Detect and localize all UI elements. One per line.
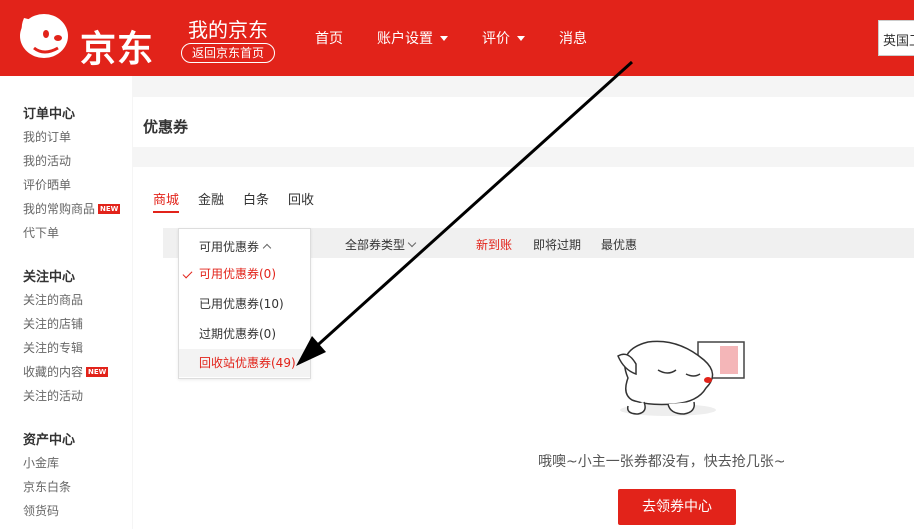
chevron-down-icon <box>517 35 525 41</box>
sidebar-item-my-orders[interactable]: 我的订单 <box>23 128 71 145</box>
new-badge: NEW <box>86 366 109 377</box>
sidebar-item-reviews[interactable]: 评价晒单 <box>23 176 71 193</box>
sidebar-group-title: 资产中心 <box>23 433 76 448</box>
sidebar-item-label: 领货码 <box>23 504 60 518</box>
check-icon <box>182 268 193 279</box>
sidebar-item-saved-content[interactable]: 收藏的内容 NEW <box>23 363 109 380</box>
empty-dog-illustration <box>617 340 745 416</box>
coupon-tabs: 商城 金融 白条 回收 <box>153 189 333 213</box>
dropdown-item-used[interactable]: 已用优惠券(10) <box>179 290 310 318</box>
page-title: 优惠券 <box>143 118 189 136</box>
sidebar-item-label: 关注的专辑 <box>23 341 84 355</box>
jd-logo[interactable]: 京东 <box>14 8 164 70</box>
tab-recycle[interactable]: 回收 <box>288 189 314 213</box>
nav-account-settings-label: 账户设置 <box>377 31 433 47</box>
nav-messages[interactable]: 消息 <box>559 28 587 48</box>
new-badge: NEW <box>98 203 121 214</box>
nav-reviews-label: 评价 <box>482 31 510 47</box>
dropdown-header-label: 可用优惠券 <box>199 240 260 254</box>
jd-dog-logo-icon <box>20 14 68 58</box>
sidebar-item-proxy-order[interactable]: 代下单 <box>23 224 59 241</box>
search-input[interactable]: 英国卫 <box>878 20 914 56</box>
sidebar-item-label: 小金库 <box>23 456 60 470</box>
dropdown-item-label: 已用优惠券(10) <box>199 297 284 311</box>
sidebar-item-followed-products[interactable]: 关注的商品 <box>23 291 83 308</box>
go-to-coupon-center-button[interactable]: 去领券中心 <box>618 489 736 525</box>
nav-home[interactable]: 首页 <box>315 28 343 48</box>
sort-newest[interactable]: 新到账 <box>476 236 512 253</box>
sidebar-item-label: 代下单 <box>23 226 60 240</box>
top-nav: 首页 账户设置 评价 消息 <box>315 28 621 48</box>
sidebar-group-title: 关注中心 <box>23 270 76 285</box>
dropdown-item-label: 可用优惠券(0) <box>199 267 276 281</box>
sidebar-item-jd-baitiao[interactable]: 京东白条 <box>23 478 71 495</box>
nav-account-settings[interactable]: 账户设置 <box>377 28 448 48</box>
sidebar-item-followed-albums[interactable]: 关注的专辑 <box>23 339 83 356</box>
sidebar-item-followed-activities[interactable]: 关注的活动 <box>23 387 83 404</box>
nav-home-label: 首页 <box>315 31 343 47</box>
back-home-button[interactable]: 返回京东首页 <box>181 43 275 63</box>
sidebar-item-label: 关注的活动 <box>23 389 84 403</box>
sort-best-value[interactable]: 最优惠 <box>601 236 637 253</box>
tab-mall[interactable]: 商城 <box>153 189 180 213</box>
sidebar-item-my-activities[interactable]: 我的活动 <box>23 152 71 169</box>
chevron-down-icon <box>407 238 417 247</box>
sidebar-item-label: 关注的店铺 <box>23 317 84 331</box>
sidebar-group-title: 订单中心 <box>23 107 76 122</box>
sort-expiring[interactable]: 即将过期 <box>533 236 581 253</box>
tab-finance[interactable]: 金融 <box>198 189 224 213</box>
nav-reviews[interactable]: 评价 <box>482 28 525 48</box>
coupon-type-filter[interactable]: 全部券类型 <box>345 236 417 253</box>
dropdown-item-recycle-bin[interactable]: 回收站优惠券(49) <box>179 349 310 377</box>
title-bar: 优惠券 <box>133 97 914 147</box>
sidebar-item-label: 京东白条 <box>23 480 72 494</box>
nav-messages-label: 消息 <box>559 31 587 47</box>
tab-baitiao[interactable]: 白条 <box>243 189 269 213</box>
sidebar-item-followed-stores[interactable]: 关注的店铺 <box>23 315 83 332</box>
sidebar-item-label: 评价晒单 <box>23 178 72 192</box>
page-heading[interactable]: 我的京东 <box>188 14 268 43</box>
sidebar-item-label: 关注的商品 <box>23 293 84 307</box>
sidebar-item-label: 收藏的内容 <box>23 365 84 379</box>
dropdown-item-expired[interactable]: 过期优惠券(0) <box>179 320 310 348</box>
dropdown-header[interactable]: 可用优惠券 <box>199 238 272 255</box>
chevron-up-icon <box>262 243 272 253</box>
sidebar-item-frequent-products[interactable]: 我的常购商品 NEW <box>23 200 121 217</box>
logo-text: 京东 <box>80 29 155 70</box>
empty-state-message: 哦噢~小主一张券都没有，快去抢几张~ <box>538 454 786 470</box>
coupon-type-label: 全部券类型 <box>345 238 406 252</box>
dropdown-item-label: 过期优惠券(0) <box>199 327 276 341</box>
sidebar-item-vault[interactable]: 小金库 <box>23 454 59 471</box>
dropdown-item-label: 回收站优惠券(49) <box>199 356 296 370</box>
sidebar-item-label: 我的活动 <box>23 154 72 168</box>
chevron-down-icon <box>440 35 448 41</box>
sidebar-item-pickup-code[interactable]: 领货码 <box>23 502 59 519</box>
dropdown-item-available[interactable]: 可用优惠券(0) <box>179 260 310 288</box>
sidebar-item-label: 我的常购商品 <box>23 202 96 216</box>
top-header: 京东 我的京东 返回京东首页 首页 账户设置 评价 消息 英国卫 <box>0 0 914 76</box>
coupon-status-dropdown: 可用优惠券 可用优惠券(0) 已用优惠券(10) 过期优惠券(0) 回收站优惠券… <box>178 228 311 379</box>
sidebar-item-label: 我的订单 <box>23 130 72 144</box>
sidebar: 订单中心 我的订单 我的活动 评价晒单 我的常购商品 NEW 代下单 关注中心 关… <box>0 76 132 529</box>
